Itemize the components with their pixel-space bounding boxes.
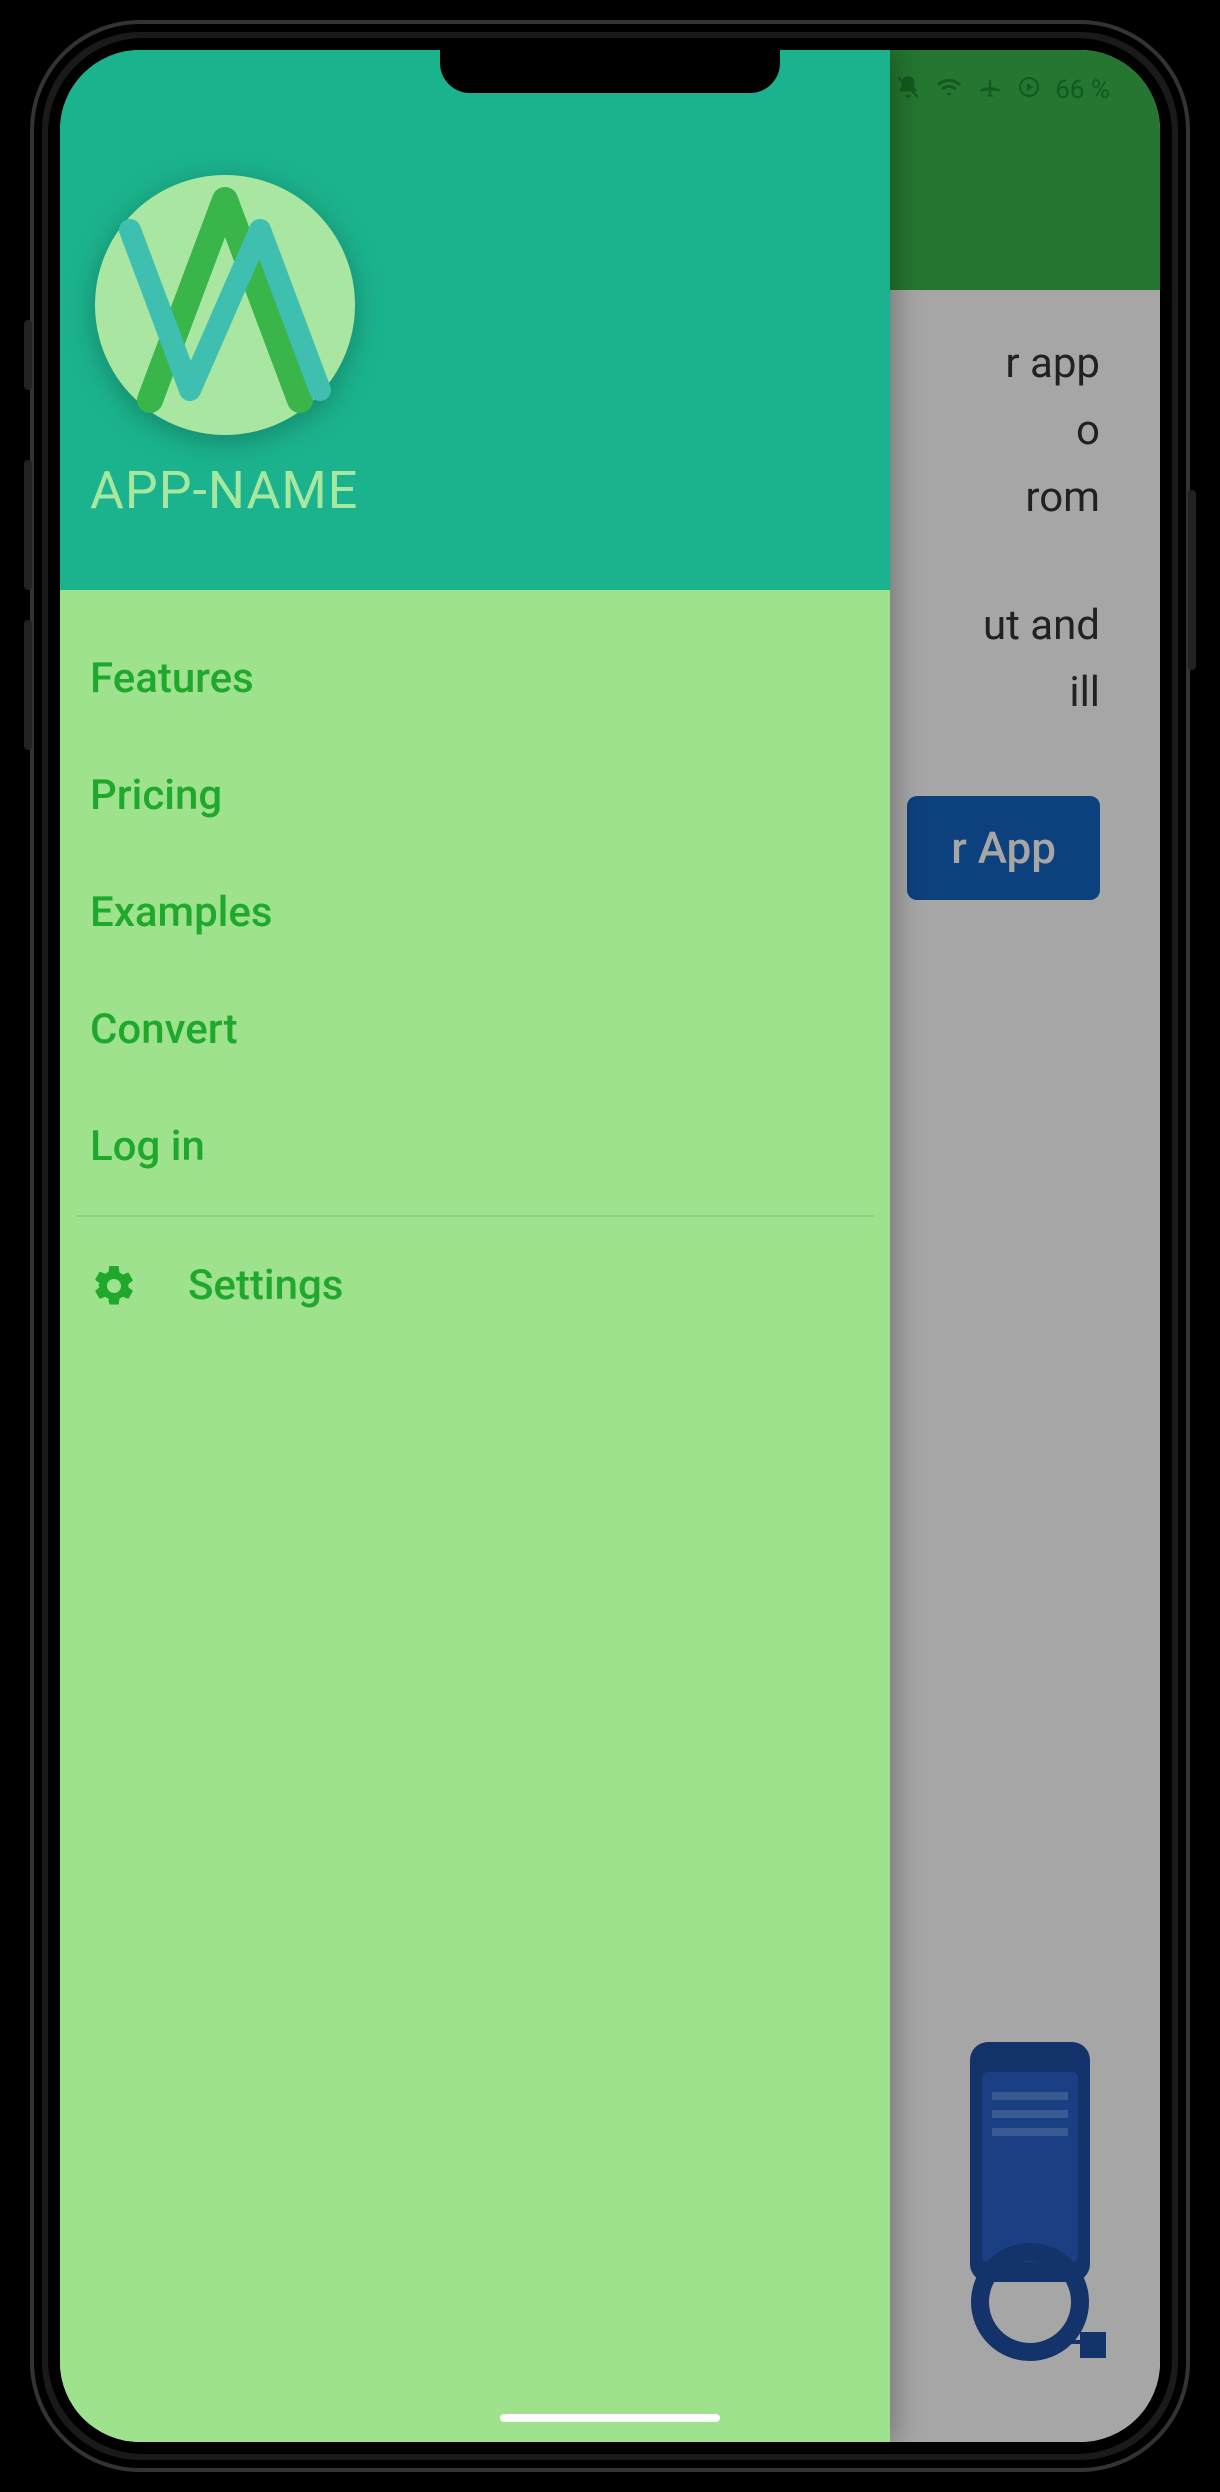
phone-frame: 15:40 66 % (30, 20, 1190, 2472)
settings-label: Settings (188, 1261, 343, 1310)
app-name-label: APP-NAME (90, 460, 860, 521)
notch (440, 38, 780, 93)
drawer-item-settings[interactable]: Settings (60, 1227, 890, 1344)
drawer-item-login[interactable]: Log in (60, 1088, 890, 1205)
gear-icon (90, 1262, 138, 1310)
app-logo-icon (90, 170, 360, 440)
navigation-drawer: APP-NAME Features Pricing Examples Conve… (60, 50, 890, 2442)
drawer-divider (76, 1215, 874, 1217)
drawer-header: APP-NAME (60, 50, 890, 590)
volume-down-button (24, 620, 32, 750)
drawer-item-features[interactable]: Features (60, 620, 890, 737)
drawer-item-examples[interactable]: Examples (60, 854, 890, 971)
drawer-item-convert[interactable]: Convert (60, 971, 890, 1088)
drawer-item-pricing[interactable]: Pricing (60, 737, 890, 854)
drawer-body: Features Pricing Examples Convert Log in… (60, 590, 890, 2442)
phone-bezel: 15:40 66 % (48, 38, 1172, 2454)
side-button (24, 320, 32, 390)
home-indicator[interactable] (500, 2414, 720, 2422)
screen: 15:40 66 % (60, 50, 1160, 2442)
volume-up-button (24, 460, 32, 590)
power-button (1188, 490, 1196, 670)
